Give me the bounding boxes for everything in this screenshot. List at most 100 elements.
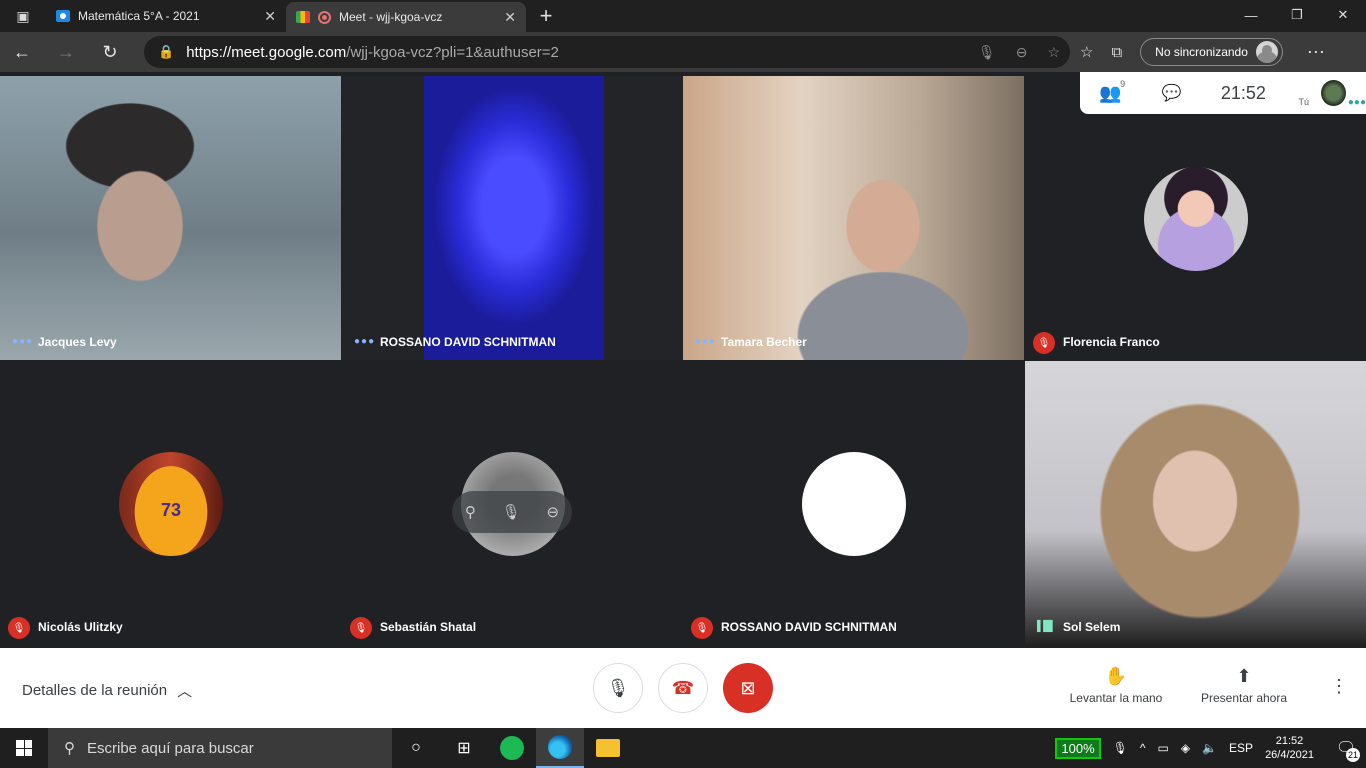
tab-title: Meet - wjj-kgoa-vcz: [339, 10, 443, 24]
zoom-out-icon[interactable]: ⊖: [1016, 44, 1028, 61]
collections-icon[interactable]: ⧉: [1111, 44, 1122, 61]
audio-level-icon: ▌█▌: [1037, 621, 1056, 632]
hand-icon: ✋: [1104, 666, 1128, 686]
profile-button[interactable]: No sincronizando: [1140, 38, 1283, 66]
participant-tile[interactable]: 🎙 Florencia Franco: [1025, 76, 1366, 360]
toolbar-right: ☆ ⧉ No sincronizando ⋯: [1080, 32, 1325, 72]
participant-tile[interactable]: ●●● Tamara Becher: [683, 76, 1024, 360]
lock-icon: 🔒: [158, 44, 175, 59]
participant-grid: ●●● Jacques Levy ●●● ROSSANO DAVID SCHNI…: [0, 76, 1366, 648]
raise-hand-button[interactable]: ✋ Levantar la mano: [1061, 666, 1171, 705]
tray-clock[interactable]: 21:52 26/4/2021: [1265, 734, 1314, 762]
participant-tile[interactable]: ⚲ 🎙 ⊖ 🎙 Sebastián Shatal: [342, 361, 683, 645]
participant-name: ROSSANO DAVID SCHNITMAN: [721, 620, 897, 634]
restore-icon[interactable]: ❐: [1274, 0, 1320, 30]
start-button[interactable]: [0, 728, 48, 768]
recording-icon: [318, 10, 331, 24]
battery-percent[interactable]: 100%: [1055, 737, 1101, 759]
chevron-up-icon[interactable]: ^: [1140, 741, 1146, 755]
volume-icon[interactable]: 🔈: [1202, 741, 1217, 755]
cortana-icon: ○: [411, 739, 421, 756]
self-speaking-dots-icon: ●●●: [1347, 96, 1366, 108]
notifications-button[interactable]: 🗨 21: [1326, 738, 1366, 762]
network-icon[interactable]: ◈: [1181, 741, 1190, 755]
chat-button[interactable]: 💬: [1141, 83, 1202, 103]
present-now-button[interactable]: ⬆ Presentar ahora: [1189, 666, 1299, 705]
people-count: 9: [1120, 78, 1126, 89]
microphone-icon: 🎙: [606, 677, 630, 698]
taskbar: ⚲ Escribe aquí para buscar ○ ⊞ 100% 🎙 ^ …: [0, 728, 1366, 768]
edge-app[interactable]: [536, 728, 584, 768]
participant-tile[interactable]: ●●● Jacques Levy: [0, 76, 341, 360]
meet-favicon-icon: [296, 11, 310, 23]
file-explorer-app[interactable]: [584, 728, 632, 768]
participant-tile[interactable]: 73 🎙 Nicolás Ulitzky: [0, 361, 341, 645]
mute-participant-icon[interactable]: 🎙: [502, 503, 521, 521]
more-options-icon[interactable]: ⋮: [1330, 676, 1348, 697]
pin-icon[interactable]: ⚲: [465, 503, 476, 521]
meet-bottom-bar: Detalles de la reunión ︿ 🎙 ☎ ⊠ ✋ Levanta…: [0, 648, 1366, 728]
arrow-left-icon: ←: [13, 41, 31, 62]
remove-participant-icon[interactable]: ⊖: [547, 503, 560, 521]
url-field[interactable]: 🔒 https://meet.google.com/wjj-kgoa-vcz?p…: [144, 36, 1070, 68]
camera-button[interactable]: ⊠: [723, 663, 773, 713]
url-path: /wjj-kgoa-vcz?pli=1&authuser=2: [346, 43, 559, 61]
participant-name: Sebastián Shatal: [380, 620, 477, 634]
self-video-thumbnail[interactable]: [1321, 80, 1346, 106]
plus-icon: +: [539, 3, 553, 28]
mic-muted-icon: 🎙: [1033, 332, 1055, 354]
microphone-button[interactable]: 🎙: [593, 663, 643, 713]
microphone-tray-icon[interactable]: 🎙: [1113, 741, 1128, 755]
tab-classroom[interactable]: Matemática 5°A - 2021 ✕: [46, 0, 286, 32]
people-button[interactable]: 👥 9: [1080, 79, 1141, 104]
task-view-icon: ⊞: [457, 740, 471, 757]
profile-avatar-icon: [1255, 41, 1278, 63]
tab-actions-button[interactable]: ▣: [0, 0, 46, 32]
minimize-icon[interactable]: —: [1228, 0, 1274, 30]
chevron-up-icon: ︿: [177, 683, 193, 700]
participant-name: ROSSANO DAVID SCHNITMAN: [380, 335, 556, 349]
windows-icon: [16, 740, 32, 756]
task-view-button[interactable]: ⊞: [440, 728, 488, 768]
forward-button[interactable]: →: [44, 32, 88, 72]
participant-name: Nicolás Ulitzky: [38, 620, 123, 634]
participant-name: Florencia Franco: [1063, 335, 1160, 349]
battery-icon[interactable]: ▭: [1158, 741, 1169, 755]
people-icon: 👥: [1099, 82, 1122, 103]
speaking-dots-icon: ●●●: [354, 336, 376, 347]
hang-up-icon: ☎: [671, 677, 695, 698]
tab-close-icon[interactable]: ✕: [504, 9, 516, 26]
participant-name: Sol Selem: [1063, 620, 1121, 634]
spotify-app[interactable]: [488, 728, 536, 768]
reload-button[interactable]: ↻: [88, 32, 132, 72]
present-label: Presentar ahora: [1200, 691, 1288, 705]
cortana-button[interactable]: ○: [392, 728, 440, 768]
leave-call-button[interactable]: ☎: [658, 663, 708, 713]
tab-actions-icon: ▣: [16, 7, 30, 24]
participant-name: Jacques Levy: [38, 335, 117, 349]
self-label: Tú: [1298, 97, 1310, 107]
arrow-right-icon: →: [57, 41, 75, 62]
tile-hover-controls: ⚲ 🎙 ⊖: [452, 491, 572, 533]
reload-icon: ↻: [102, 41, 118, 62]
raise-hand-label: Levantar la mano: [1069, 691, 1163, 705]
meet-clock: 21:52: [1220, 82, 1266, 103]
tab-close-icon[interactable]: ✕: [264, 8, 276, 25]
taskbar-search[interactable]: ⚲ Escribe aquí para buscar: [48, 728, 392, 768]
microphone-icon[interactable]: 🎙: [978, 44, 996, 61]
more-options-icon[interactable]: ⋯: [1307, 42, 1325, 63]
participant-tile[interactable]: ●●● ROSSANO DAVID SCHNITMAN: [342, 76, 683, 360]
meeting-details-button[interactable]: Detalles de la reunión ︿: [22, 680, 192, 701]
close-window-icon[interactable]: ✕: [1320, 0, 1366, 30]
add-favorite-icon[interactable]: ☆: [1047, 44, 1060, 61]
favorites-icon[interactable]: ☆: [1080, 43, 1093, 61]
back-button[interactable]: ←: [0, 32, 44, 72]
participant-video: [424, 76, 604, 360]
participant-tile[interactable]: 🎙 ROSSANO DAVID SCHNITMAN: [683, 361, 1024, 645]
participant-tile[interactable]: ▌█▌ Sol Selem: [1025, 361, 1366, 645]
avatar: 73: [119, 452, 223, 556]
tab-meet[interactable]: Meet - wjj-kgoa-vcz ✕: [286, 2, 526, 32]
language-indicator[interactable]: ESP: [1229, 741, 1253, 755]
sync-label: No sincronizando: [1155, 45, 1248, 59]
new-tab-button[interactable]: +: [526, 0, 566, 32]
